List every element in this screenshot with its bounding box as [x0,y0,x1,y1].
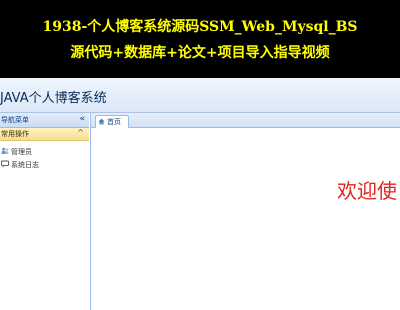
chat-icon [1,160,9,168]
users-icon [1,147,9,154]
promo-banner: 1938-个人博客系统源码SSM_Web_Mysql_BS 源代码+数据库+论文… [0,0,400,78]
welcome-text: 欢迎使 [337,179,397,203]
sidebar-header: 导航菜单 « [0,113,89,128]
menu-group-label: 常用操作 [1,130,29,138]
collapse-icon[interactable]: « [79,114,85,124]
banner-line-1: 1938-个人博客系统源码SSM_Web_Mysql_BS [42,19,358,35]
sidebar-item-syslog[interactable]: 系统日志 [0,159,89,171]
home-icon [98,118,105,125]
tab-label: 首页 [107,118,121,126]
app-header: JAVA个人博客系统 [0,78,400,113]
sidebar-title: 导航菜单 [1,116,29,124]
app-title: JAVA个人博客系统 [0,91,107,106]
main-content: 欢迎使 [91,128,400,310]
tab-home[interactable]: 首页 [95,115,129,128]
sidebar-item-label: 管理员 [11,148,32,156]
sidebar: 导航菜单 « 常用操作 ^ 管理员 系统日志 [0,113,91,310]
tab-bar: 首页 [91,113,400,128]
chevron-up-icon: ^ [77,128,84,137]
sidebar-item-admin[interactable]: 管理员 [0,146,89,158]
sidebar-item-label: 系统日志 [11,161,39,169]
menu-group-header[interactable]: 常用操作 ^ [0,128,89,141]
banner-line-2: 源代码+数据库+论文+项目导入指导视频 [70,45,330,61]
